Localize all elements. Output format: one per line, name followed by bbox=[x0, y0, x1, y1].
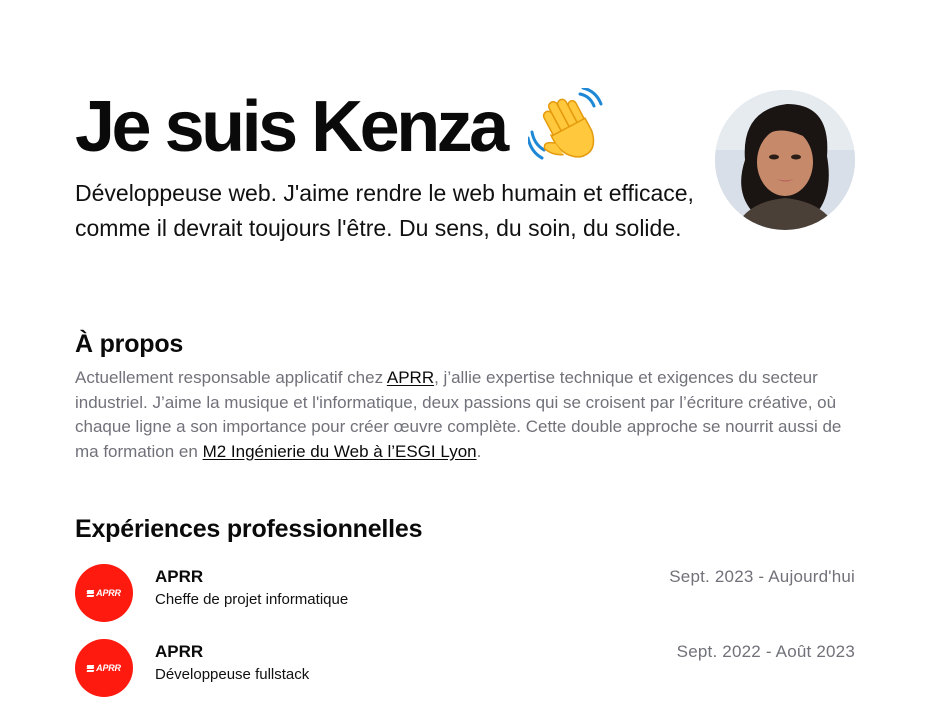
hero-section: Je suis Kenza Développeuse web. J'aime r… bbox=[75, 86, 715, 246]
about-text-part: Actuellement responsable applicatif chez bbox=[75, 368, 387, 387]
aprr-logo-mark-icon bbox=[86, 588, 95, 597]
experience-item[interactable]: APRR APRR Cheffe de projet informatique … bbox=[75, 564, 855, 624]
about-text-part: . bbox=[476, 441, 482, 461]
aprr-link[interactable]: APRR bbox=[387, 368, 434, 387]
aprr-logo-mark-icon bbox=[86, 663, 95, 672]
logo-text: APRR bbox=[96, 663, 121, 673]
aprr-logo: APRR bbox=[75, 639, 133, 697]
job-role: Développeuse fullstack bbox=[155, 666, 310, 683]
about-paragraph: Actuellement responsable applicatif chez… bbox=[75, 366, 845, 464]
aprr-logo: APRR bbox=[75, 564, 133, 622]
job-dates: Sept. 2023 - Aujourd'hui bbox=[669, 567, 855, 586]
company-name: APRR bbox=[155, 567, 204, 586]
company-name: APRR bbox=[155, 642, 204, 661]
hero-subtitle: Développeuse web. J'aime rendre le web h… bbox=[75, 180, 694, 241]
hero-heading: Je suis Kenza bbox=[75, 86, 715, 167]
about-heading: À propos bbox=[75, 330, 184, 358]
logo-text: APRR bbox=[96, 588, 121, 598]
waving-hand-icon bbox=[526, 86, 610, 166]
avatar bbox=[715, 90, 855, 230]
esgi-link[interactable]: M2 Ingénierie du Web à l’ESGI Lyon bbox=[203, 442, 477, 461]
job-dates: Sept. 2022 - Août 2023 bbox=[676, 642, 855, 661]
experience-item[interactable]: APRR APRR Développeuse fullstack Sept. 2… bbox=[75, 639, 855, 699]
job-role: Cheffe de projet informatique bbox=[155, 591, 349, 608]
page-title: Je suis Kenza bbox=[75, 87, 509, 167]
experiences-heading: Expériences professionnelles bbox=[75, 515, 423, 543]
